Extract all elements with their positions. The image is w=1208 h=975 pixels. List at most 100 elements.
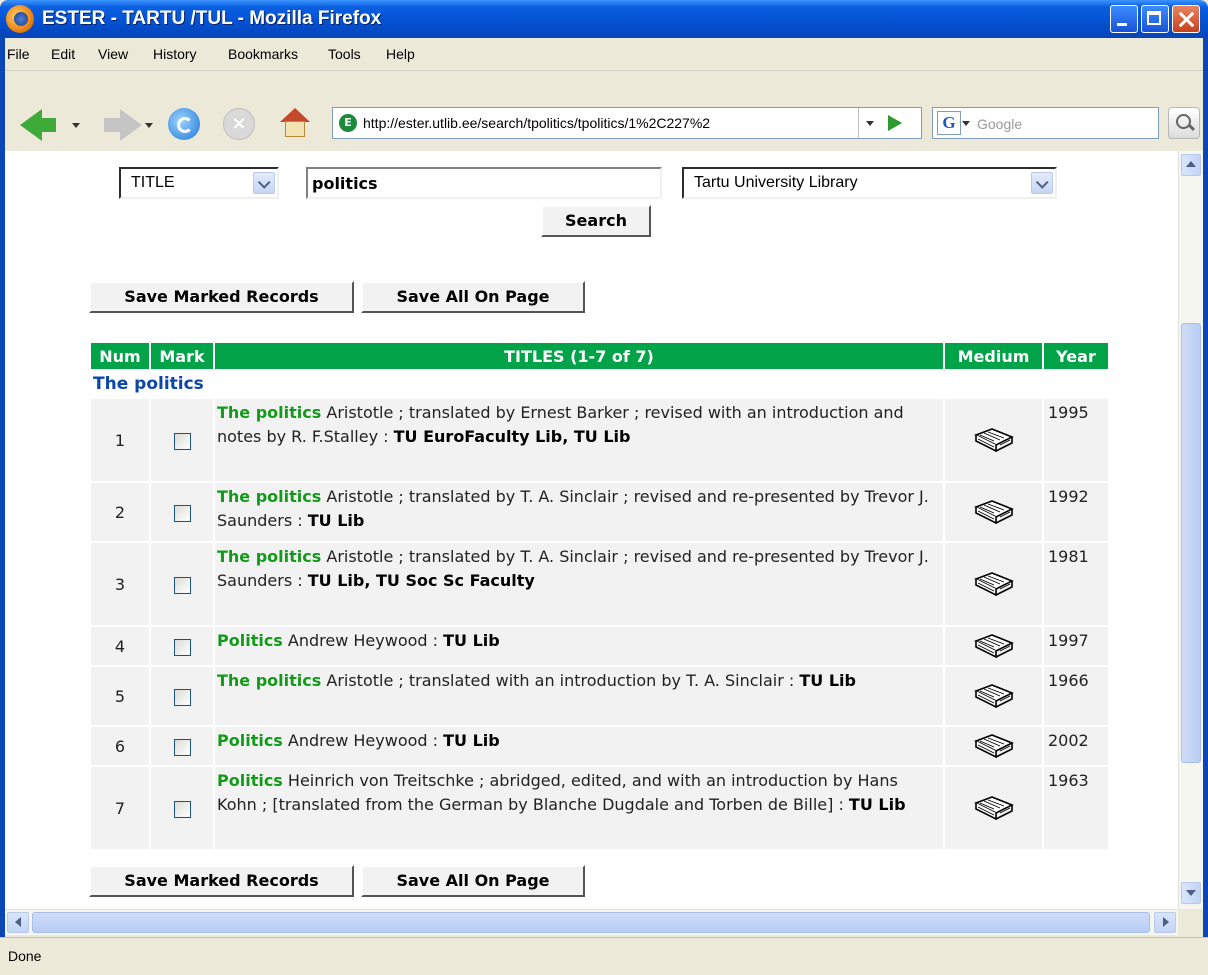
forward-history-dropdown-icon[interactable] [145,123,153,128]
save-all-on-page-button-bottom[interactable]: Save All On Page [361,865,585,897]
vertical-scrollbar[interactable] [1178,151,1203,909]
close-button[interactable] [1172,5,1200,33]
table-row: 5 The politics Aristotle ; translated wit… [91,667,1108,725]
row-year: 1966 [1044,667,1108,725]
mark-checkbox[interactable] [173,504,191,522]
address-bar[interactable]: E http://ester.utlib.ee/search/tpolitics… [332,107,922,139]
menu-bookmarks[interactable]: Bookmarks [228,46,298,62]
record-location: TU Lib [799,671,856,690]
go-arrow-icon[interactable] [888,115,902,131]
google-engine-icon[interactable]: G [937,111,961,135]
library-value: Tartu University Library [694,174,858,191]
maximize-button[interactable] [1141,5,1169,33]
menu-tools[interactable]: Tools [328,46,361,62]
search-button[interactable]: Search [541,205,651,237]
mark-checkbox[interactable] [173,688,191,706]
results-header-row: Num Mark TITLES (1-7 of 7) Medium Year [91,343,1108,369]
record-location: TU Lib, TU Soc Sc Faculty [307,571,535,590]
stop-icon[interactable]: × [223,108,255,140]
group-heading[interactable]: The politics [91,371,1108,397]
title-link[interactable]: The politics [217,671,321,690]
title-link[interactable]: The politics [217,487,321,506]
record-description: Heinrich von Treitschke ; abridged, edit… [217,771,898,814]
record-location: TU EuroFaculty Lib, TU Lib [393,427,631,446]
record-location: TU Lib [848,795,906,814]
address-history-dropdown-icon[interactable] [858,108,881,138]
search-engine-dropdown-icon[interactable] [962,121,970,126]
scrollbar-corner [1178,909,1203,935]
magnifier-search-icon[interactable] [1168,107,1200,139]
row-title-cell: The politics Aristotle ; translated by E… [215,399,943,481]
book-icon [973,734,1014,759]
back-arrow-icon[interactable] [20,109,56,141]
row-number: 2 [91,483,149,541]
mark-checkbox[interactable] [173,638,191,656]
header-medium: Medium [945,343,1042,369]
menu-history[interactable]: History [153,46,197,62]
row-medium-cell [945,627,1042,665]
back-history-dropdown-icon[interactable] [72,123,80,128]
chevron-down-icon[interactable] [1031,172,1053,194]
status-bar: Done [0,937,1208,975]
menu-bar: File Edit View History Bookmarks Tools H… [0,38,1208,104]
row-year: 1995 [1044,399,1108,481]
chevron-down-icon[interactable] [253,172,275,194]
row-mark-cell [151,543,213,625]
row-medium-cell [945,667,1042,725]
record-description: Andrew Heywood : [282,731,444,750]
book-icon [973,572,1014,597]
menu-edit[interactable]: Edit [51,46,75,62]
search-query-value: politics [312,174,378,193]
save-marked-records-button[interactable]: Save Marked Records [89,281,354,313]
mark-checkbox[interactable] [173,800,191,818]
menu-view[interactable]: View [98,46,128,62]
mark-checkbox[interactable] [173,432,191,450]
scroll-up-arrow-icon[interactable] [1181,154,1201,176]
page-viewport: TITLE politics Tartu University Library … [5,151,1178,909]
results-table: Num Mark TITLES (1-7 of 7) Medium Year T… [89,341,1110,851]
row-medium-cell [945,767,1042,849]
row-title-cell: Politics Heinrich von Treitschke ; abrid… [215,767,943,849]
book-icon [973,500,1014,525]
row-number: 7 [91,767,149,849]
web-search-box[interactable]: G Google [932,107,1159,139]
horizontal-scroll-thumb[interactable] [32,912,1150,933]
book-icon [973,684,1014,709]
scroll-left-arrow-icon[interactable] [7,912,29,933]
web-search-placeholder[interactable]: Google [977,116,1022,132]
row-number: 6 [91,727,149,765]
search-field-select[interactable]: TITLE [119,167,279,199]
horizontal-scrollbar[interactable] [5,909,1178,935]
window-title: ESTER - TARTU /TUL - Mozilla Firefox [42,8,382,29]
status-text: Done [8,948,42,964]
navigation-toolbar: × E http://ester.utlib.ee/search/tpoliti… [0,71,1208,151]
header-year: Year [1044,343,1108,369]
menu-help[interactable]: Help [386,46,415,62]
minimize-button[interactable] [1110,5,1138,33]
address-url[interactable]: http://ester.utlib.ee/search/tpolitics/t… [363,115,868,131]
book-icon [973,634,1014,659]
title-link[interactable]: The politics [217,403,321,422]
save-all-on-page-button[interactable]: Save All On Page [361,281,585,313]
mark-checkbox[interactable] [173,738,191,756]
reload-icon[interactable] [168,108,200,140]
home-icon[interactable] [280,108,310,138]
save-marked-records-button-bottom[interactable]: Save Marked Records [89,865,354,897]
title-link[interactable]: Politics [217,731,283,750]
vertical-scroll-thumb[interactable] [1181,323,1201,763]
record-location: TU Lib [307,511,365,530]
title-bar: ESTER - TARTU /TUL - Mozilla Firefox [0,0,1208,38]
row-number: 3 [91,543,149,625]
scroll-right-arrow-icon[interactable] [1154,912,1176,933]
forward-arrow-icon[interactable] [104,109,142,141]
title-link[interactable]: The politics [217,547,321,566]
search-query-input[interactable]: politics [306,167,662,199]
mark-checkbox[interactable] [173,576,191,594]
title-link[interactable]: Politics [217,631,283,650]
scroll-down-arrow-icon[interactable] [1181,882,1201,904]
window-frame-right [1203,38,1208,937]
row-number: 5 [91,667,149,725]
library-select[interactable]: Tartu University Library [682,167,1057,199]
menu-file[interactable]: File [7,46,30,62]
title-link[interactable]: Politics [217,771,283,790]
